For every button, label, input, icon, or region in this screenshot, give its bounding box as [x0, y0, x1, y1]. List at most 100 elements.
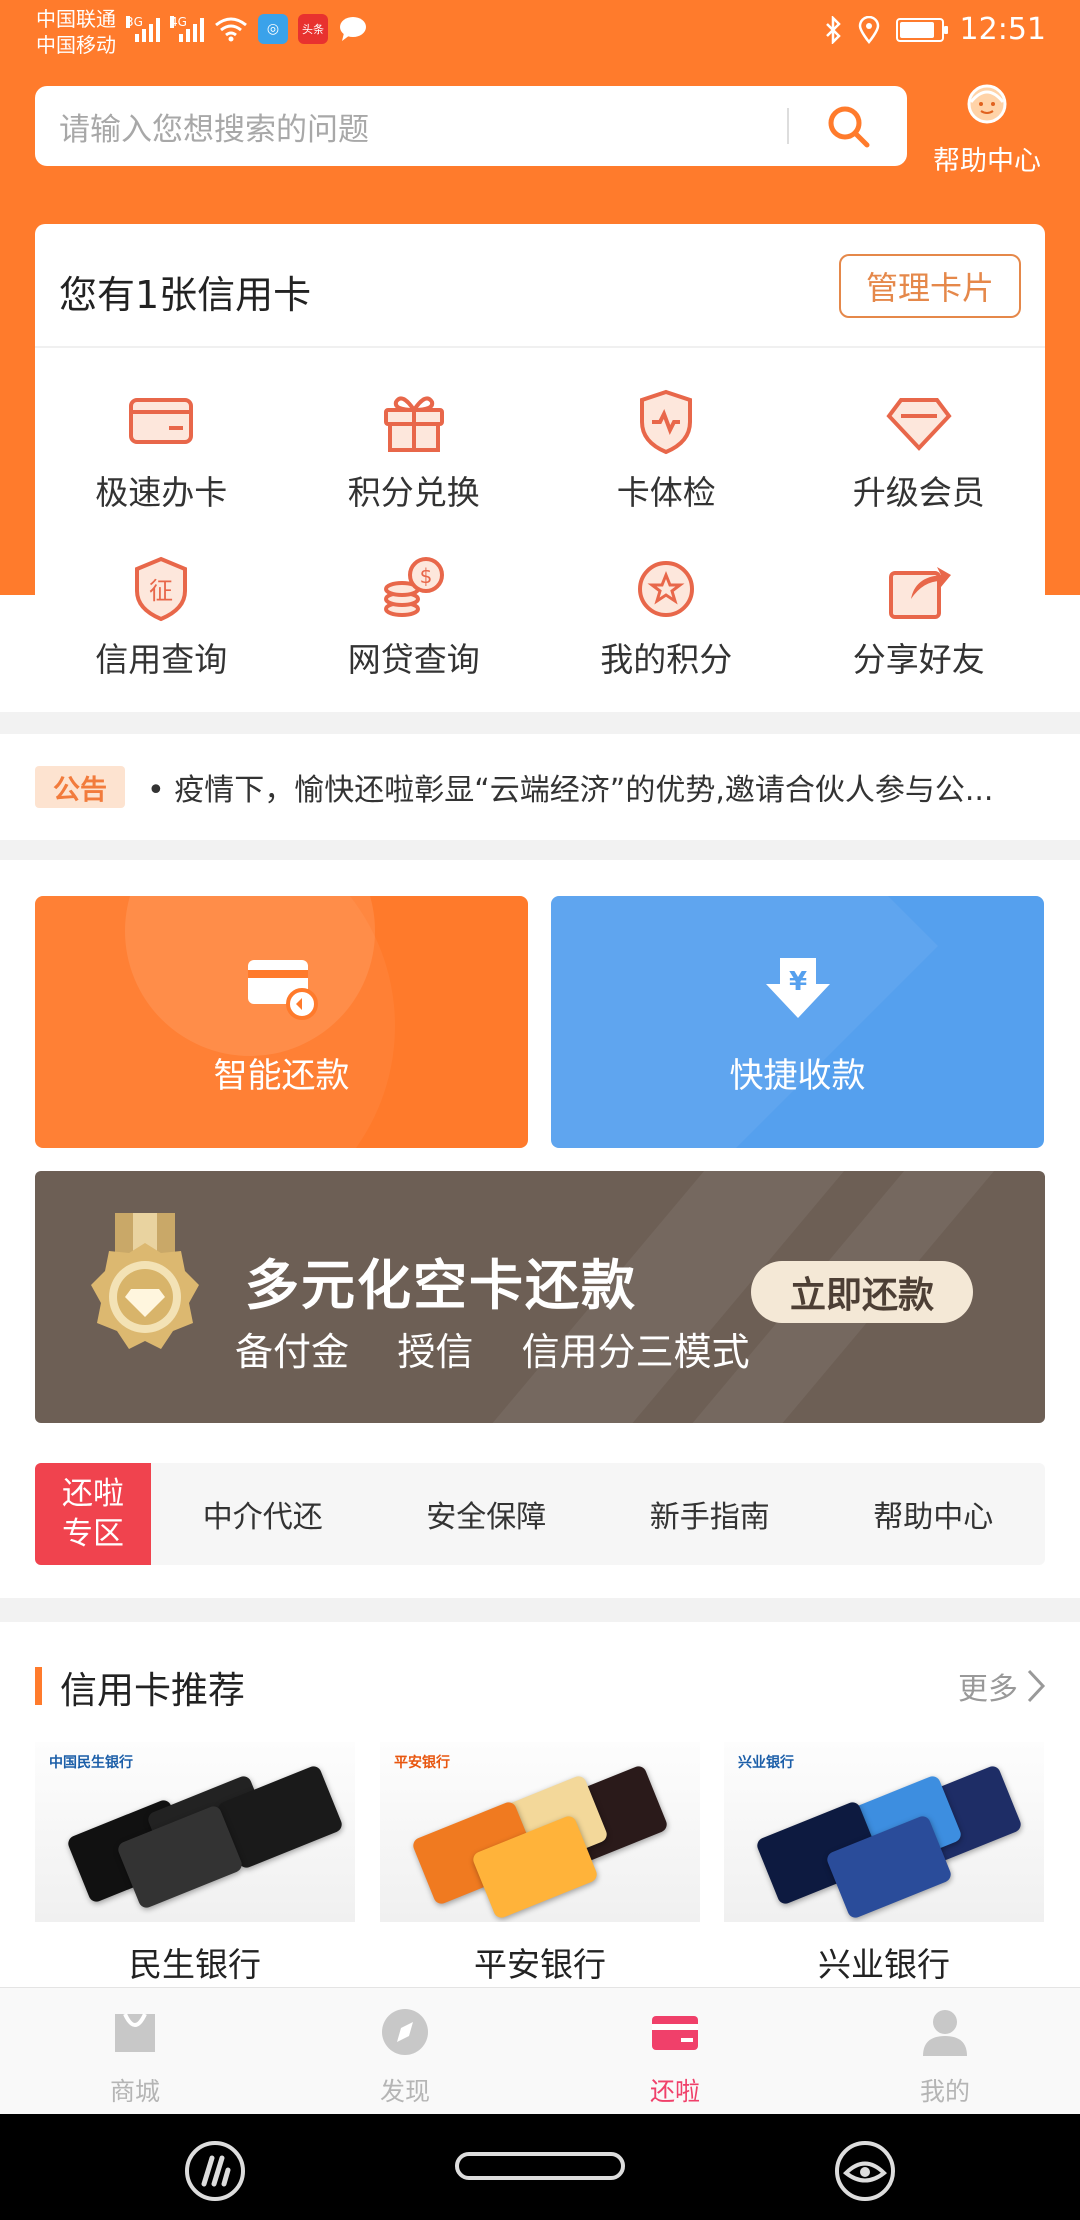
message-icon: [340, 17, 366, 41]
grid-item-loan-query[interactable]: $ 网贷查询: [288, 537, 541, 704]
help-center-button[interactable]: 帮助中心: [922, 82, 1052, 178]
news-app-icon: 头条: [298, 14, 328, 44]
grid-item-label: 分享好友: [852, 640, 985, 679]
more-link[interactable]: 更多: [958, 1664, 1046, 1708]
grid-item-points-exchange[interactable]: 积分兑换: [288, 370, 541, 537]
panel-divider: [35, 346, 1045, 348]
grid-item-label: 升级会员: [852, 473, 985, 512]
customer-service-icon: [967, 84, 1007, 124]
smart-repay-label: 智能还款: [213, 1056, 350, 1096]
wifi-icon: [215, 17, 247, 42]
medal-icon: [91, 1213, 199, 1349]
nav-label: 商城: [109, 2077, 160, 2106]
announcement-bar[interactable]: 公告 • 疫情下，愉快还啦彰显“云端经济”的优势,邀请合伙人参与公...: [0, 734, 1080, 840]
repay-now-button[interactable]: 立即还款: [751, 1261, 973, 1323]
bank-card-minsheng[interactable]: 中国民生银行 民生银行: [35, 1742, 355, 1984]
credit-badge-icon: 征: [135, 556, 188, 622]
bag-icon: [115, 2013, 155, 2052]
quick-collect-tile[interactable]: ¥ 快捷收款: [551, 896, 1044, 1148]
section-accent-bar: [35, 1667, 42, 1705]
star-icon: [638, 561, 695, 617]
announcement-tag: 公告: [35, 766, 125, 808]
grid-item-label: 我的积分: [600, 640, 733, 679]
grid-item-upgrade-member[interactable]: 升级会员: [793, 370, 1046, 537]
user-icon: [923, 2010, 967, 2056]
location-icon: [858, 15, 879, 44]
bank-card-image: 中国民生银行: [35, 1742, 355, 1922]
coins-icon: $: [383, 557, 444, 617]
eye-assist-icon[interactable]: [834, 2140, 896, 2202]
nav-item-mall[interactable]: 商城: [0, 1988, 270, 2114]
nav-item-mine[interactable]: 我的: [810, 1988, 1080, 2114]
grid-item-share-friends[interactable]: 分享好友: [793, 537, 1046, 704]
repay-zone: 还啦 专区 中介代还 安全保障 新手指南 帮助中心: [35, 1463, 1045, 1565]
search-bar[interactable]: 请输入您想搜索的问题: [35, 86, 907, 166]
quick-collect-label: 快捷收款: [729, 1056, 866, 1096]
manage-cards-button[interactable]: 管理卡片: [839, 254, 1021, 318]
svg-text:$: $: [419, 564, 432, 588]
grid-item-fast-card[interactable]: 极速办卡: [35, 370, 288, 537]
nav-label: 我的: [919, 2077, 970, 2106]
grid-item-label: 积分兑换: [347, 473, 480, 512]
shield-check-icon: [640, 389, 693, 455]
carrier-1: 中国联通: [36, 7, 116, 31]
system-navigation-bar: [0, 2114, 1080, 2220]
help-center-label: 帮助中心: [933, 146, 1041, 177]
nav-label: 发现: [379, 2077, 430, 2106]
search-icon: [828, 106, 870, 148]
gift-icon: [383, 396, 444, 452]
repay-card-icon: [247, 960, 318, 1020]
bottom-nav: 商城 发现 还啦 我的: [0, 1987, 1080, 2114]
share-icon: [888, 567, 951, 619]
zone-link-help-center[interactable]: 帮助中心: [822, 1492, 1046, 1536]
grid-item-card-check[interactable]: 卡体检: [540, 370, 793, 537]
zone-link-security[interactable]: 安全保障: [375, 1492, 599, 1536]
grid-item-credit-query[interactable]: 征 信用查询: [35, 537, 288, 704]
chevron-right-icon: [1027, 1669, 1046, 1703]
bluetooth-icon: [825, 15, 841, 44]
bank-name: 兴业银行: [818, 1945, 950, 1984]
card-count-text: 您有1张信用卡: [59, 273, 312, 317]
promo-banner[interactable]: 多元化空卡还款 备付金 授信 信用分三模式 立即还款: [35, 1171, 1045, 1423]
app-notification-icon: ◎: [258, 14, 288, 44]
clock: 12:51: [959, 12, 1046, 47]
section-title: 信用卡推荐: [60, 1669, 245, 1712]
card-icon: [129, 398, 194, 444]
svg-text:征: 征: [149, 577, 173, 605]
grid-item-label: 卡体检: [616, 473, 716, 512]
nav-item-repay[interactable]: 还啦: [540, 1988, 810, 2114]
battery-icon: [895, 17, 948, 42]
zone-link-beginner-guide[interactable]: 新手指南: [598, 1492, 822, 1536]
banner-subtitle: 备付金 授信 信用分三模式: [235, 1330, 750, 1374]
home-pill-button[interactable]: [455, 2152, 625, 2180]
yuan-download-icon: ¥: [765, 958, 830, 1018]
signal-icon-2: 4G: [170, 16, 204, 42]
credit-card-recommend: 信用卡推荐 更多 中国民生银行 民生银行 平安银行 平安银行 兴业银行 兴业银行: [0, 1622, 1080, 1988]
bank-name: 民生银行: [129, 1945, 261, 1984]
card-icon: [652, 2016, 698, 2050]
bank-card-xingye[interactable]: 兴业银行 兴业银行: [724, 1742, 1044, 1984]
app-switch-icon[interactable]: [184, 2140, 246, 2202]
banner-title: 多元化空卡还款: [245, 1254, 637, 1317]
signal-icon: 3G: [126, 16, 160, 42]
carrier-2: 中国移动: [36, 33, 116, 57]
announcement-text[interactable]: • 疫情下，愉快还啦彰显“云端经济”的优势,邀请合伙人参与公...: [147, 765, 1027, 809]
zone-tag: 还啦 专区: [35, 1463, 151, 1565]
service-grid: 极速办卡 积分兑换 卡体检 升级会员 征 信用查询 $ 网贷查询 我的积分 分享…: [35, 370, 1045, 704]
grid-item-my-points[interactable]: 我的积分: [540, 537, 793, 704]
grid-item-label: 信用查询: [95, 640, 228, 679]
nav-label: 还啦: [649, 2077, 700, 2106]
search-button[interactable]: [789, 86, 907, 166]
search-input[interactable]: 请输入您想搜索的问题: [35, 104, 787, 149]
bank-name: 平安银行: [474, 1945, 606, 1984]
nav-item-discover[interactable]: 发现: [270, 1988, 540, 2114]
bank-card-pingan[interactable]: 平安银行 平安银行: [380, 1742, 700, 1984]
svg-text:¥: ¥: [788, 967, 806, 997]
smart-repay-tile[interactable]: 智能还款: [35, 896, 528, 1148]
zone-link-agent-repay[interactable]: 中介代还: [151, 1492, 375, 1536]
bank-card-image: 平安银行: [380, 1742, 700, 1922]
diamond-icon: [886, 398, 952, 451]
carrier-info: 中国联通 中国移动: [36, 6, 116, 58]
main-section: 智能还款 ¥ 快捷收款 多元化空卡还款 备付金 授信 信用分三模式 立即还款 还…: [0, 860, 1080, 1598]
status-bar: 中国联通 中国移动 3G 4G ◎ 头条 12:51: [0, 0, 1080, 64]
